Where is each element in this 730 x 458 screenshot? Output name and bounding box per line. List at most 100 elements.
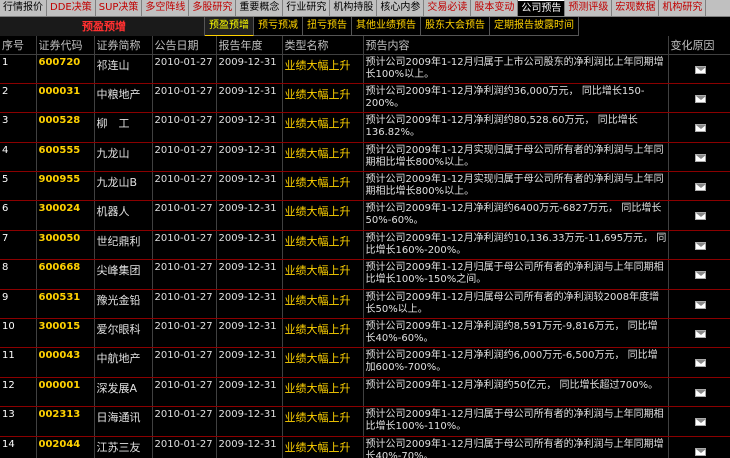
table-row[interactable]: 11 000043 中航地产 2010-01-27 2009-12-31 业绩大幅上升 预计… [0, 347, 730, 378]
cell-reason[interactable] [668, 406, 730, 437]
top-tab-5[interactable]: 重要概念 [236, 0, 284, 16]
table-row[interactable]: 9 600531 豫光金铅 2010-01-27 2009-12-31 业绩大幅上升 预计公… [0, 289, 730, 320]
cell-code[interactable]: 900955 [36, 171, 95, 202]
cell-name[interactable]: 祁连山 [94, 54, 153, 84]
envelope-icon[interactable] [694, 124, 706, 133]
top-tab-11[interactable]: 公司预告 [518, 0, 566, 16]
cell-name[interactable]: 日海通讯 [94, 406, 153, 437]
top-tab-13[interactable]: 宏观数据 [612, 0, 660, 16]
cell-name[interactable]: 尖峰集团 [94, 259, 153, 290]
cell-name[interactable]: 中粮地产 [94, 83, 153, 114]
table-row[interactable]: 8 600668 尖峰集团 2010-01-27 2009-12-31 业绩大幅上升 预计公… [0, 259, 730, 290]
cell-code[interactable]: 002044 [36, 436, 95, 458]
cell-reason[interactable] [668, 230, 730, 261]
envelope-icon[interactable] [694, 447, 706, 456]
cell-code[interactable]: 300050 [36, 230, 95, 261]
table-row[interactable]: 14 002044 江苏三友 2010-01-27 2009-12-31 业绩大幅上升 预计… [0, 436, 730, 458]
cell-reason[interactable] [668, 112, 730, 143]
column-header[interactable]: 变化原因 [668, 36, 730, 55]
cell-name[interactable]: 深发展A [94, 377, 153, 408]
column-header[interactable]: 预告内容 [363, 36, 669, 55]
cell-reason[interactable] [668, 171, 730, 202]
cell-content: 预计公司2009年1-12月净利润约80,528.60万元， 同比增长136.8… [363, 112, 669, 143]
envelope-icon[interactable] [694, 153, 706, 162]
top-tab-6[interactable]: 行业研究 [283, 0, 331, 16]
cell-code[interactable]: 300024 [36, 200, 95, 231]
cell-name[interactable]: 爱尔眼科 [94, 318, 153, 349]
top-tab-4[interactable]: 多股研究 [189, 0, 237, 16]
cell-name[interactable]: 柳 工 [94, 112, 153, 143]
sub-tab-5[interactable]: 定期报告披露时间 [490, 17, 579, 36]
envelope-icon[interactable] [694, 271, 706, 280]
cell-name[interactable]: 机器人 [94, 200, 153, 231]
cell-name[interactable]: 九龙山 [94, 142, 153, 173]
cell-reason[interactable] [668, 436, 730, 458]
table-row[interactable]: 2 000031 中粮地产 2010-01-27 2009-12-31 业绩大幅上升 预计公… [0, 83, 730, 114]
column-header[interactable]: 序号 [0, 36, 37, 55]
envelope-icon[interactable] [694, 330, 706, 339]
cell-reason[interactable] [668, 54, 730, 84]
sub-tab-4[interactable]: 股东大会预告 [421, 17, 490, 36]
table-row[interactable]: 13 002313 日海通讯 2010-01-27 2009-12-31 业绩大幅上升 预计… [0, 406, 730, 437]
top-tab-0[interactable]: 行情报价 [0, 0, 47, 16]
sub-tab-0[interactable]: 预盈预增 [205, 17, 254, 36]
top-tab-7[interactable]: 机构持股 [330, 0, 378, 16]
table-row[interactable]: 1 600720 祁连山 2010-01-27 2009-12-31 业绩大幅上升 预计公司… [0, 54, 730, 84]
cell-code[interactable]: 300015 [36, 318, 95, 349]
table-row[interactable]: 12 000001 深发展A 2010-01-27 2009-12-31 业绩大幅上升 预计… [0, 377, 730, 408]
table-row[interactable]: 7 300050 世纪鼎利 2010-01-27 2009-12-31 业绩大幅上升 预计公… [0, 230, 730, 261]
cell-code[interactable]: 600531 [36, 289, 95, 320]
cell-reason[interactable] [668, 259, 730, 290]
cell-reason[interactable] [668, 200, 730, 231]
cell-code[interactable]: 600720 [36, 54, 95, 84]
cell-code[interactable]: 000043 [36, 347, 95, 378]
sub-tab-2[interactable]: 扭亏预告 [303, 17, 352, 36]
column-header[interactable]: 证券简称 [94, 36, 153, 55]
column-header[interactable]: 公告日期 [152, 36, 217, 55]
sub-tab-3[interactable]: 其他业绩预告 [352, 17, 421, 36]
cell-name[interactable]: 江苏三友 [94, 436, 153, 458]
envelope-icon[interactable] [694, 94, 706, 103]
cell-code[interactable]: 600668 [36, 259, 95, 290]
cell-name[interactable]: 豫光金铅 [94, 289, 153, 320]
cell-name[interactable]: 九龙山B [94, 171, 153, 202]
cell-code[interactable]: 000528 [36, 112, 95, 143]
cell-code[interactable]: 002313 [36, 406, 95, 437]
top-tab-1[interactable]: DDE决策 [47, 0, 96, 16]
cell-code[interactable]: 000001 [36, 377, 95, 408]
table-row[interactable]: 3 000528 柳 工 2010-01-27 2009-12-31 业绩大幅上升 预计公司… [0, 112, 730, 143]
table-row[interactable]: 10 300015 爱尔眼科 2010-01-27 2009-12-31 业绩大幅上升 预计… [0, 318, 730, 349]
table-row[interactable]: 5 900955 九龙山B 2010-01-27 2009-12-31 业绩大幅上升 预计公… [0, 171, 730, 202]
cell-reason[interactable] [668, 347, 730, 378]
top-tab-8[interactable]: 核心内参 [377, 0, 425, 16]
cell-name[interactable]: 世纪鼎利 [94, 230, 153, 261]
cell-reason[interactable] [668, 142, 730, 173]
top-tab-14[interactable]: 机构研究 [659, 0, 707, 16]
cell-code[interactable]: 600555 [36, 142, 95, 173]
envelope-icon[interactable] [694, 65, 706, 74]
envelope-icon[interactable] [694, 241, 706, 250]
cell-reason[interactable] [668, 83, 730, 114]
envelope-icon[interactable] [694, 418, 706, 427]
cell-reason[interactable] [668, 289, 730, 320]
top-tab-12[interactable]: 预测评级 [565, 0, 613, 16]
sub-tab-1[interactable]: 预亏预减 [254, 17, 303, 36]
table-row[interactable]: 6 300024 机器人 2010-01-27 2009-12-31 业绩大幅上升 预计公司… [0, 200, 730, 231]
envelope-icon[interactable] [694, 388, 706, 397]
cell-reason[interactable] [668, 377, 730, 408]
cell-name[interactable]: 中航地产 [94, 347, 153, 378]
column-header[interactable]: 报告年度 [216, 36, 283, 55]
top-tab-10[interactable]: 股本变动 [471, 0, 519, 16]
envelope-icon[interactable] [694, 359, 706, 368]
table-row[interactable]: 4 600555 九龙山 2010-01-27 2009-12-31 业绩大幅上升 预计公司… [0, 142, 730, 173]
top-tab-3[interactable]: 多空阵线 [142, 0, 190, 16]
cell-code[interactable]: 000031 [36, 83, 95, 114]
top-tab-2[interactable]: SUP决策 [96, 0, 143, 16]
column-header[interactable]: 证券代码 [36, 36, 95, 55]
cell-reason[interactable] [668, 318, 730, 349]
envelope-icon[interactable] [694, 183, 706, 192]
envelope-icon[interactable] [694, 300, 706, 309]
envelope-icon[interactable] [694, 212, 706, 221]
top-tab-9[interactable]: 交易必读 [424, 0, 472, 16]
column-header[interactable]: 类型名称 [282, 36, 364, 55]
